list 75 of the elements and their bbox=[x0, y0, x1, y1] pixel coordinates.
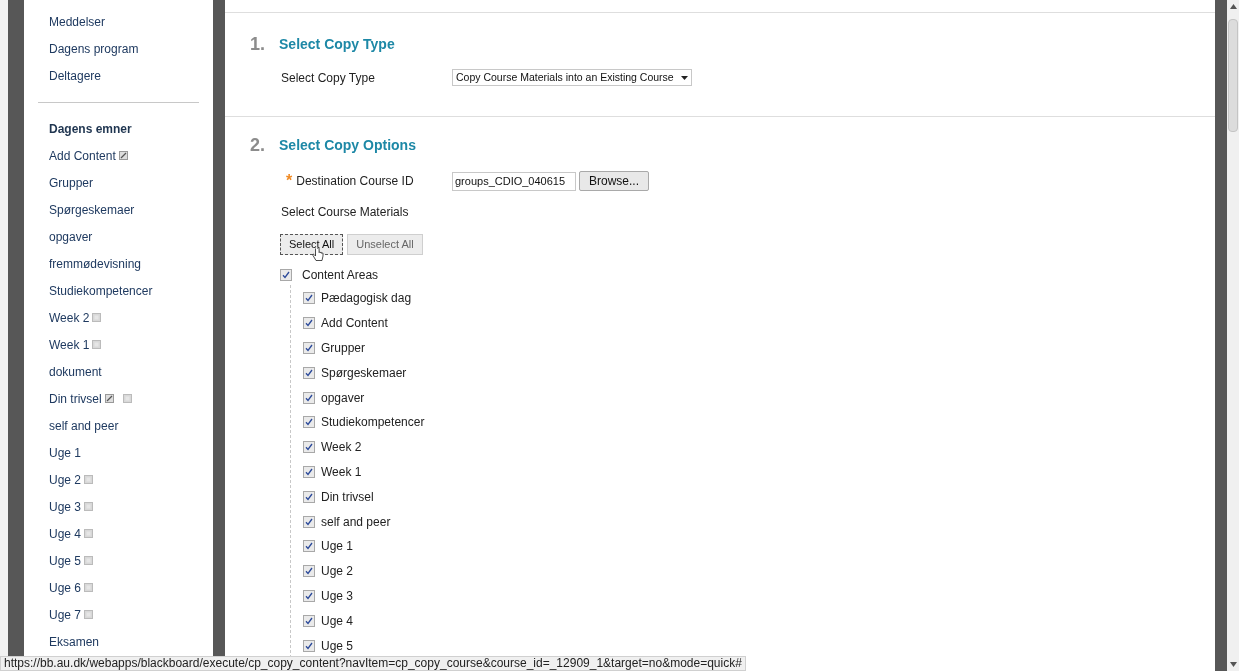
sidebar-link[interactable]: Grupper bbox=[49, 173, 94, 192]
checkbox[interactable] bbox=[303, 465, 315, 478]
tree-item-label: Uge 3 bbox=[321, 587, 354, 605]
course-id-field[interactable]: groups_CDIO_040615 bbox=[452, 171, 576, 191]
checkbox[interactable] bbox=[303, 614, 315, 627]
scrollbar-thumb[interactable] bbox=[1228, 19, 1238, 132]
section-title: Select Copy Type bbox=[279, 34, 395, 54]
step-number: 2. bbox=[250, 133, 265, 157]
tree-item-label: opgaver bbox=[321, 389, 365, 407]
sidebar-link[interactable]: Uge 1 bbox=[49, 443, 82, 462]
checkbox[interactable] bbox=[303, 342, 315, 354]
checkbox[interactable] bbox=[303, 317, 315, 330]
checkbox[interactable] bbox=[303, 366, 315, 379]
checkbox[interactable] bbox=[303, 565, 315, 578]
field-label: Select Copy Type bbox=[281, 69, 376, 87]
sidebar-link[interactable]: Uge 6 bbox=[49, 578, 82, 597]
checkbox[interactable] bbox=[303, 515, 315, 528]
tree-item-label: Spørgeskemaer bbox=[321, 364, 407, 382]
sidebar-link[interactable]: Add Content bbox=[49, 146, 116, 165]
sidebar-link[interactable]: Week 1 bbox=[49, 335, 90, 354]
tree-item-label: Din trivsel bbox=[321, 488, 374, 506]
sidebar-link[interactable]: fremmødevisning bbox=[49, 254, 142, 273]
tree-item-label: Uge 4 bbox=[321, 612, 354, 630]
status-bar-url: https://bb.au.dk/webapps/blackboard/execute/cp_copy_content?navItem=cp_copy_course&course_id=_12909_1&target=no&mode=quick# bbox=[0, 656, 746, 671]
checkbox[interactable] bbox=[280, 269, 292, 281]
select-all-button[interactable]: Select All bbox=[280, 234, 344, 255]
sidebar-link[interactable]: Uge 3 bbox=[49, 497, 82, 516]
sidebar-link[interactable]: Deltagere bbox=[49, 66, 102, 85]
sidebar-link[interactable]: Week 2 bbox=[49, 308, 90, 327]
unselect-all-button[interactable]: Unselect All bbox=[347, 234, 423, 255]
sidebar-link[interactable]: Din trivsel bbox=[49, 389, 102, 408]
sidebar-link[interactable]: Meddelser bbox=[49, 12, 106, 31]
tree-item-label: Week 2 bbox=[321, 439, 362, 457]
checkbox[interactable] bbox=[303, 292, 315, 305]
sidebar-link[interactable]: Eksamen bbox=[49, 632, 100, 651]
sidebar-link[interactable]: Spørgeskemaer bbox=[49, 200, 135, 219]
field-label: Select Course Materials bbox=[281, 204, 409, 221]
tree-item-label: Content Areas bbox=[302, 267, 379, 284]
scroll-up-icon[interactable] bbox=[1229, 4, 1237, 9]
browse-button[interactable]: Browse... bbox=[579, 171, 649, 191]
sidebar-link[interactable]: Studiekompetencer bbox=[49, 281, 153, 300]
sidebar-link[interactable]: Uge 5 bbox=[49, 551, 82, 570]
step-number: 1. bbox=[250, 32, 265, 56]
tree-item-label: Grupper bbox=[321, 340, 366, 357]
hand-cursor-icon bbox=[312, 247, 324, 262]
tree-item-label: Add Content bbox=[321, 315, 388, 333]
field-label: Destination Course ID bbox=[296, 173, 414, 190]
checkbox[interactable] bbox=[303, 589, 315, 602]
tree-item-label: Uge 5 bbox=[321, 637, 354, 655]
required-mark: * bbox=[286, 175, 293, 187]
sidebar-link[interactable]: Uge 4 bbox=[49, 524, 82, 543]
copy-type-dropdown[interactable]: Copy Course Materials into an Existing Course bbox=[452, 69, 692, 86]
checkbox[interactable] bbox=[303, 490, 315, 503]
sidebar-link[interactable]: Dagens program bbox=[49, 39, 139, 58]
sidebar-link[interactable]: Uge 2 bbox=[49, 470, 82, 489]
tree-item-label: Studiekompetencer bbox=[321, 414, 425, 432]
scroll-down-icon[interactable] bbox=[1229, 662, 1237, 667]
tree-item-label: Uge 2 bbox=[321, 563, 354, 581]
sidebar-link[interactable]: Dagens emner bbox=[49, 119, 132, 138]
tree-item-label: Uge 1 bbox=[321, 538, 354, 556]
checkbox[interactable] bbox=[303, 540, 315, 553]
checkbox[interactable] bbox=[303, 639, 315, 652]
section-title: Select Copy Options bbox=[279, 135, 416, 155]
sidebar-link[interactable]: opgaver bbox=[49, 227, 93, 246]
sidebar-link[interactable]: self and peer bbox=[49, 416, 119, 435]
checkbox[interactable] bbox=[303, 416, 315, 429]
scrollbar[interactable] bbox=[1227, 0, 1239, 671]
sidebar-link[interactable]: Uge 7 bbox=[49, 605, 82, 624]
checkbox[interactable] bbox=[303, 391, 315, 404]
tree-item-label: Week 1 bbox=[321, 463, 362, 481]
caret-icon bbox=[681, 75, 688, 80]
tree-item-label: Pædagogisk dag bbox=[321, 290, 412, 308]
tree-item-label: self and peer bbox=[321, 513, 391, 531]
sidebar-link[interactable]: dokument bbox=[49, 362, 102, 381]
checkbox[interactable] bbox=[303, 441, 315, 454]
